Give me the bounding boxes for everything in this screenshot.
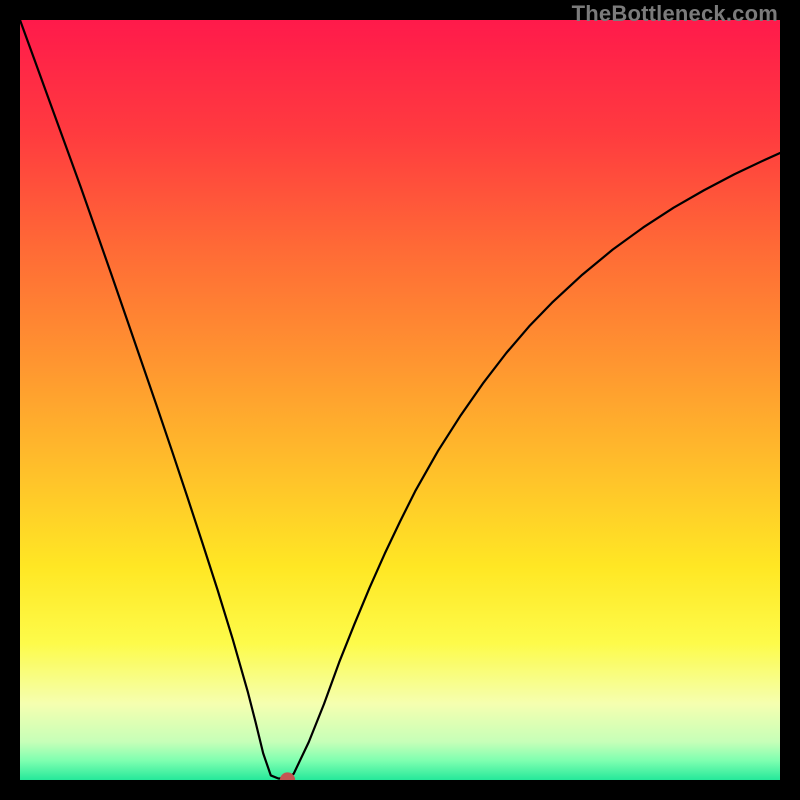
chart-frame: TheBottleneck.com — [0, 0, 800, 800]
bottleneck-chart — [20, 20, 780, 780]
gradient-background — [20, 20, 780, 780]
